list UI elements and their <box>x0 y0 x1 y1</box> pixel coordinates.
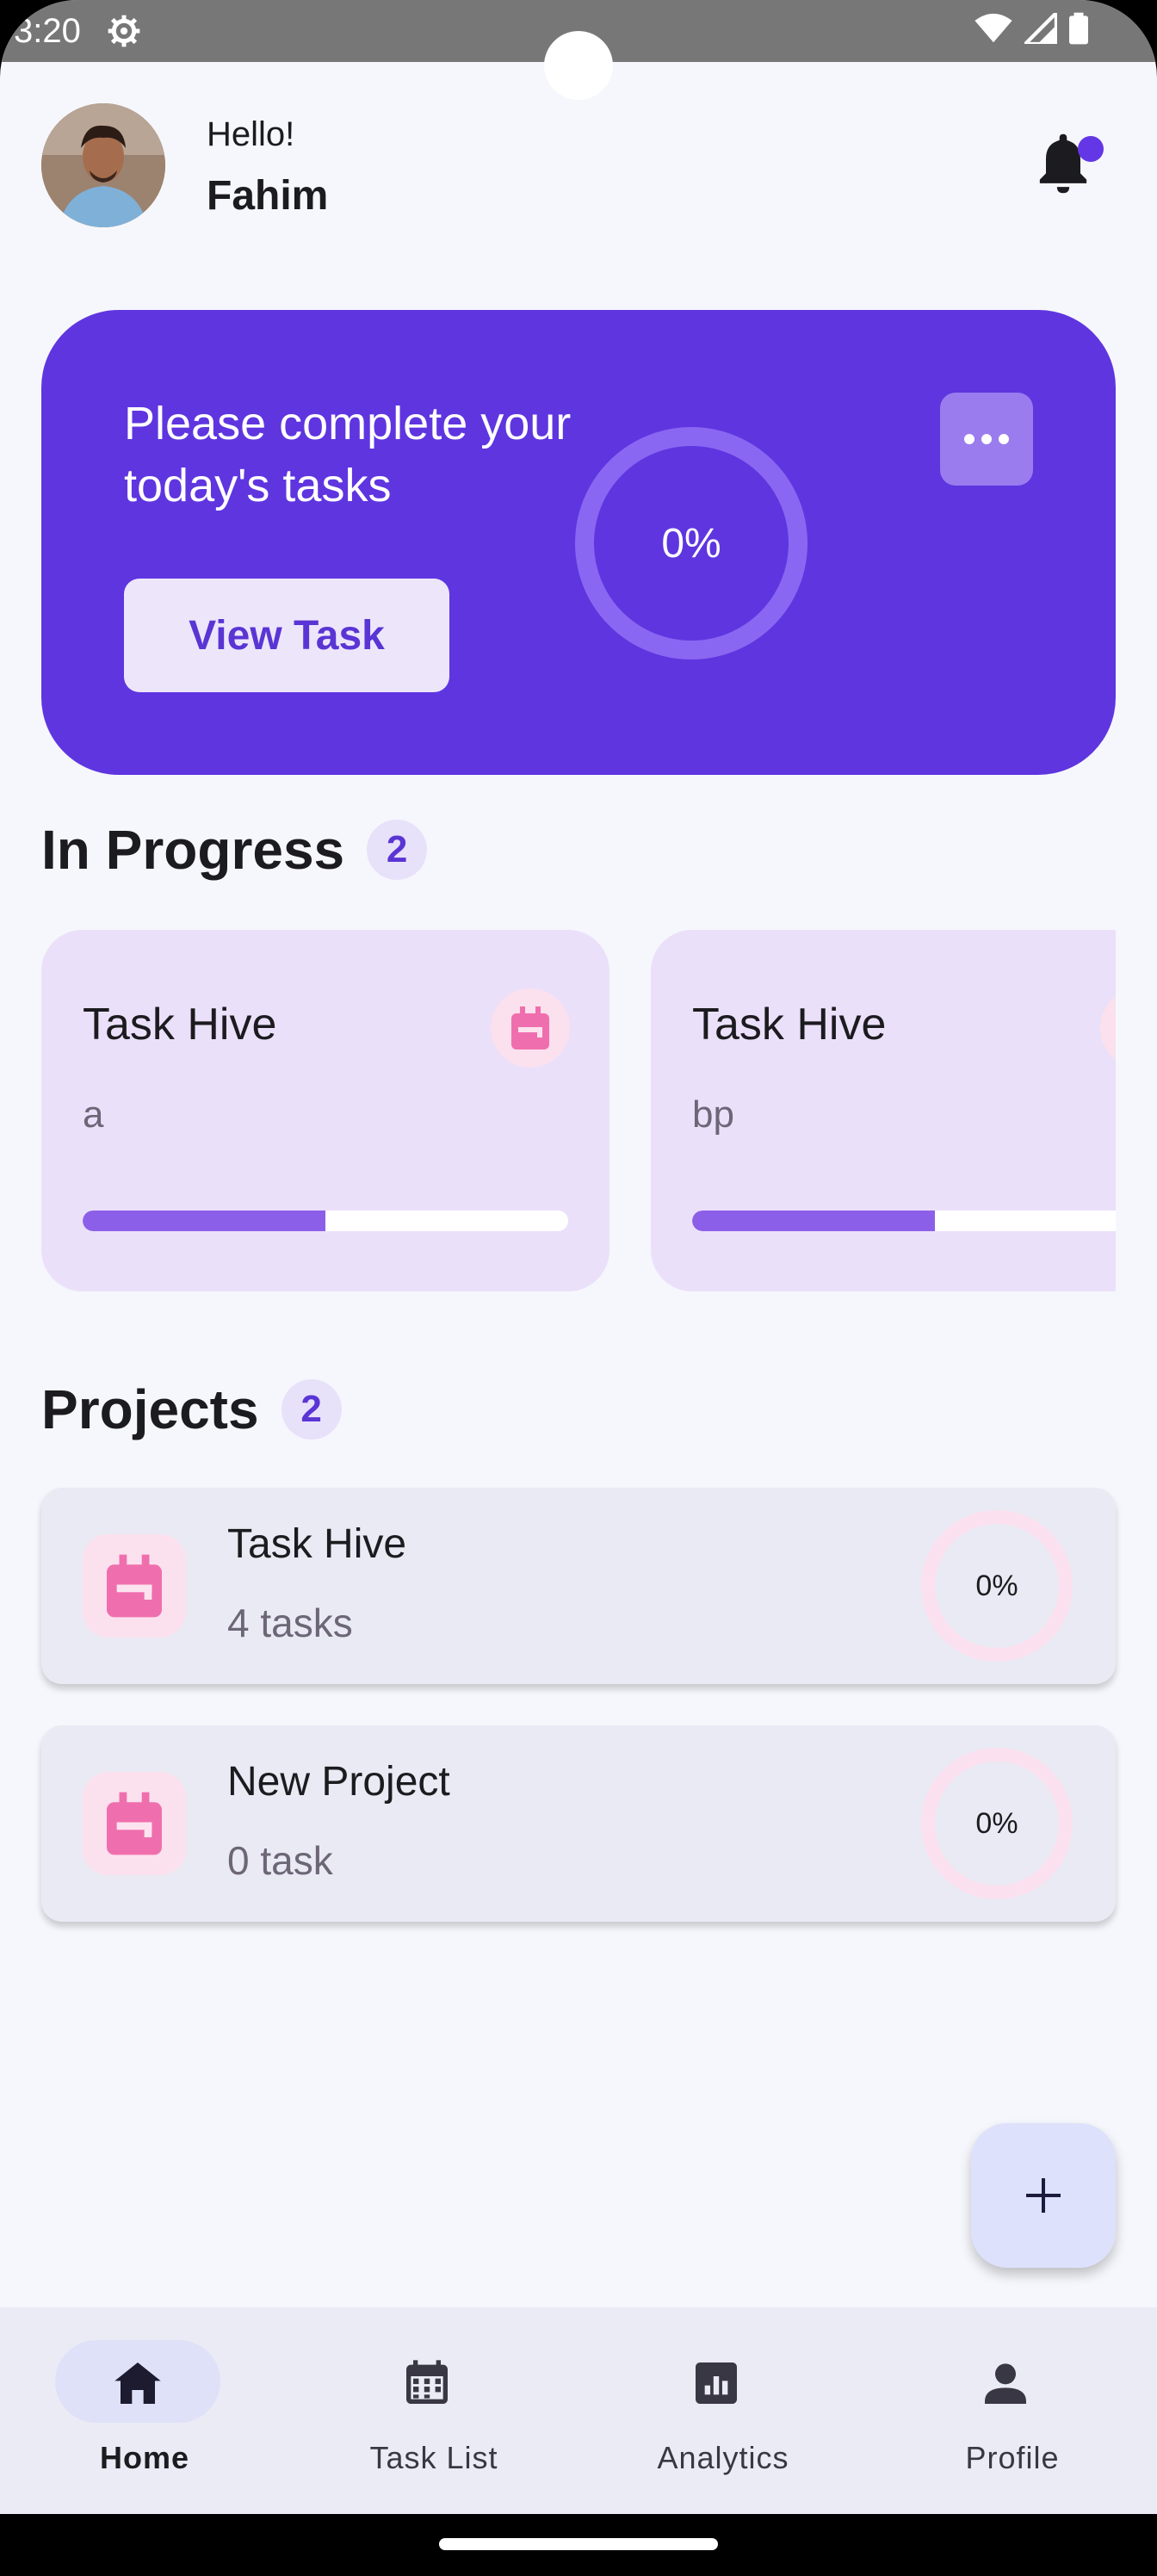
in-progress-heading: In Progress 2 <box>41 818 428 882</box>
bottom-navigation: Home Task List Analytics Profile <box>0 2307 1157 2514</box>
backpack-icon <box>83 1772 186 1875</box>
user-name: Fahim <box>207 173 329 219</box>
app-screen: 3:20 Hello! Fahim Please complete your t… <box>0 0 1157 2576</box>
dot-icon <box>981 434 992 444</box>
card-title: Task Hive <box>692 1000 887 1050</box>
settings-gear-icon <box>108 15 140 47</box>
nav-item-profile[interactable]: Profile <box>868 2307 1157 2514</box>
in-progress-title: In Progress <box>41 819 345 881</box>
nav-item-home[interactable]: Home <box>0 2307 289 2514</box>
projects-count-badge: 2 <box>281 1379 342 1440</box>
notification-dot <box>1078 136 1104 162</box>
hero-progress-label: 0% <box>661 520 721 567</box>
project-row[interactable]: New Project 0 task 0% <box>41 1725 1116 1922</box>
dot-icon <box>964 434 974 444</box>
gesture-handle[interactable] <box>439 2538 718 2550</box>
in-progress-count-badge: 2 <box>367 820 428 880</box>
camera-cutout <box>544 31 613 100</box>
project-task-count: 4 tasks <box>227 1601 353 1645</box>
project-percent: 0% <box>975 1569 1018 1602</box>
dot-icon <box>999 434 1009 444</box>
card-progress-fill <box>692 1211 935 1231</box>
projects-heading: Projects 2 <box>41 1378 342 1441</box>
card-progress-fill <box>83 1211 325 1231</box>
nav-item-analytics[interactable]: Analytics <box>578 2307 868 2514</box>
project-title: New Project <box>227 1759 450 1805</box>
battery-icon <box>1069 12 1088 45</box>
status-time: 3:20 <box>14 12 81 50</box>
avatar[interactable] <box>41 103 165 227</box>
wifi-icon <box>974 13 1012 43</box>
card-title: Task Hive <box>83 1000 277 1050</box>
person-icon <box>985 2363 1026 2404</box>
project-task-count: 0 task <box>227 1838 333 1883</box>
card-subtitle: bp <box>692 1093 734 1136</box>
nav-label-task-list: Task List <box>369 2440 498 2475</box>
backpack-icon <box>1100 988 1116 1068</box>
nav-label-home: Home <box>99 2440 190 2475</box>
in-progress-carousel[interactable]: Task Hive a Task Hive bp <box>41 930 1116 1291</box>
nav-item-task-list[interactable]: Task List <box>289 2307 578 2514</box>
status-icons <box>974 12 1088 45</box>
more-options-button[interactable] <box>940 393 1033 486</box>
in-progress-card[interactable]: Task Hive bp <box>651 930 1116 1291</box>
avatar-portrait <box>41 103 165 227</box>
home-icon <box>114 2362 161 2404</box>
project-title: Task Hive <box>227 1521 407 1567</box>
view-task-button[interactable]: View Task <box>124 579 449 692</box>
analytics-icon <box>696 2362 737 2404</box>
card-progress-bar <box>692 1211 1116 1231</box>
project-row[interactable]: Task Hive 4 tasks 0% <box>41 1488 1116 1684</box>
project-percent: 0% <box>975 1806 1018 1840</box>
add-button[interactable] <box>971 2123 1116 2268</box>
card-subtitle: a <box>83 1093 104 1136</box>
nav-label-profile: Profile <box>965 2440 1060 2475</box>
calendar-icon <box>406 2360 448 2404</box>
nav-label-analytics: Analytics <box>657 2440 789 2475</box>
today-tasks-card: Please complete your today's tasks View … <box>41 310 1116 775</box>
card-progress-bar <box>83 1211 568 1231</box>
backpack-icon <box>83 1534 186 1638</box>
in-progress-card[interactable]: Task Hive a <box>41 930 609 1291</box>
hero-title: Please complete your today's tasks <box>124 398 572 511</box>
plus-icon <box>1026 2178 1061 2213</box>
cellular-signal-icon <box>1024 13 1057 44</box>
greeting-text: Hello! <box>207 115 295 153</box>
backpack-icon <box>491 988 570 1068</box>
projects-title: Projects <box>41 1378 259 1440</box>
